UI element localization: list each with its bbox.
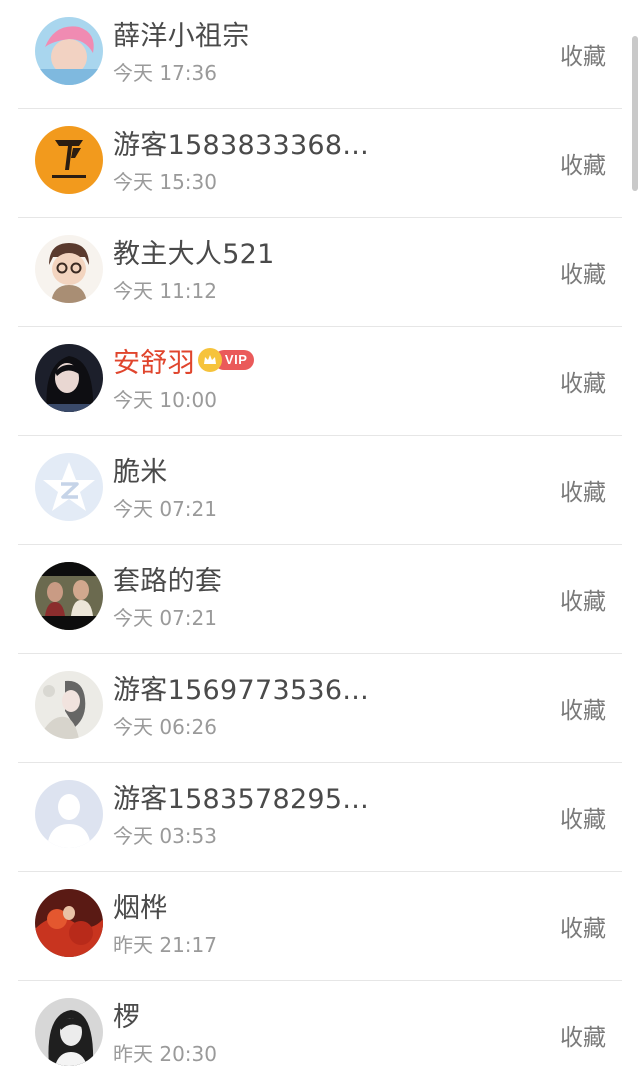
name-line: 游客1583578295...	[113, 776, 369, 816]
crown-icon	[197, 348, 222, 372]
visit-time: 今天 10:00	[113, 388, 217, 412]
favorite-button[interactable]: 收藏	[560, 545, 606, 653]
list-item[interactable]: 游客1569773536... 今天 06:26 收藏	[18, 654, 622, 763]
visit-time: 昨天 21:17	[113, 933, 217, 957]
favorite-button[interactable]: 收藏	[560, 436, 606, 544]
user-name: 薛洋小祖宗	[113, 20, 250, 52]
vip-badge: VIP	[197, 348, 255, 372]
list-item[interactable]: 烟桦 昨天 21:17 收藏	[18, 872, 622, 981]
avatar[interactable]	[35, 17, 103, 85]
favorite-button[interactable]: 收藏	[560, 654, 606, 762]
scrollbar[interactable]	[632, 36, 638, 191]
avatar[interactable]	[35, 126, 103, 194]
user-name: 烟桦	[113, 892, 168, 924]
visit-time: 今天 07:21	[113, 606, 217, 630]
favorite-button[interactable]: 收藏	[560, 218, 606, 326]
name-line: 游客1583833368...	[113, 122, 369, 162]
user-list: 薛洋小祖宗 今天 17:36 收藏 游客1583833368... 今天 15:…	[0, 0, 640, 1086]
list-item[interactable]: 脆米 今天 07:21 收藏	[18, 436, 622, 545]
user-name: 游客1583578295...	[113, 783, 370, 815]
avatar[interactable]	[35, 344, 103, 412]
cartoon-boy-avatar-icon	[35, 235, 103, 303]
name-line: 教主大人521	[113, 231, 275, 271]
avatar[interactable]	[35, 235, 103, 303]
movie-couple-avatar-icon	[35, 562, 103, 630]
visit-time: 昨天 20:30	[113, 1042, 217, 1066]
user-name: 游客1569773536...	[113, 674, 370, 706]
visit-time: 今天 15:30	[113, 170, 217, 194]
red-scene-avatar-icon	[35, 889, 103, 957]
name-line: 安舒羽 VIP	[113, 340, 255, 380]
list-item[interactable]: 薛洋小祖宗 今天 17:36 收藏	[18, 0, 622, 109]
avatar[interactable]	[35, 562, 103, 630]
avatar[interactable]	[35, 998, 103, 1066]
visit-time: 今天 07:21	[113, 497, 217, 521]
favorite-button[interactable]: 收藏	[560, 109, 606, 217]
visit-time: 今天 06:26	[113, 715, 217, 739]
name-line: 游客1569773536...	[113, 667, 369, 707]
default-person-avatar-icon	[35, 780, 103, 848]
user-name: 安舒羽	[113, 347, 195, 379]
list-item[interactable]: 套路的套 今天 07:21 收藏	[18, 545, 622, 654]
user-name: 教主大人521	[113, 238, 275, 270]
user-name: 游客1583833368...	[113, 129, 370, 161]
list-item[interactable]: 椤 昨天 20:30 收藏	[18, 981, 622, 1086]
name-line: 烟桦	[113, 885, 168, 925]
avatar[interactable]	[35, 780, 103, 848]
name-line: 套路的套	[113, 558, 222, 598]
favorite-button[interactable]: 收藏	[560, 981, 606, 1086]
name-line: 椤	[113, 994, 140, 1034]
pink-hair-avatar-icon	[35, 17, 103, 85]
dark-hair-girl-avatar-icon	[35, 344, 103, 412]
favorite-button[interactable]: 收藏	[560, 763, 606, 871]
list-item[interactable]: 教主大人521 今天 11:12 收藏	[18, 218, 622, 327]
tfboys-logo-avatar-icon	[35, 126, 103, 194]
default-star-avatar-icon	[35, 453, 103, 521]
visit-time: 今天 03:53	[113, 824, 217, 848]
visit-time: 今天 17:36	[113, 61, 217, 85]
avatar[interactable]	[35, 453, 103, 521]
avatar[interactable]	[35, 889, 103, 957]
bw-girl-avatar-icon	[35, 998, 103, 1066]
user-name: 套路的套	[113, 565, 223, 597]
favorite-button[interactable]: 收藏	[560, 872, 606, 980]
list-item[interactable]: 安舒羽 VIP 今天 10:00 收藏	[18, 327, 622, 436]
favorite-button[interactable]: 收藏	[560, 327, 606, 435]
favorite-users-screen: 薛洋小祖宗 今天 17:36 收藏 游客1583833368... 今天 15:…	[0, 0, 640, 1086]
user-name: 椤	[113, 1001, 141, 1033]
favorite-button[interactable]: 收藏	[560, 0, 606, 108]
visit-time: 今天 11:12	[113, 279, 217, 303]
name-line: 薛洋小祖宗	[113, 13, 250, 53]
ink-painting-girl-avatar-icon	[35, 671, 103, 739]
list-item[interactable]: 游客1583833368... 今天 15:30 收藏	[18, 109, 622, 218]
user-name: 脆米	[113, 456, 168, 488]
avatar[interactable]	[35, 671, 103, 739]
name-line: 脆米	[113, 449, 168, 489]
list-item[interactable]: 游客1583578295... 今天 03:53 收藏	[18, 763, 622, 872]
